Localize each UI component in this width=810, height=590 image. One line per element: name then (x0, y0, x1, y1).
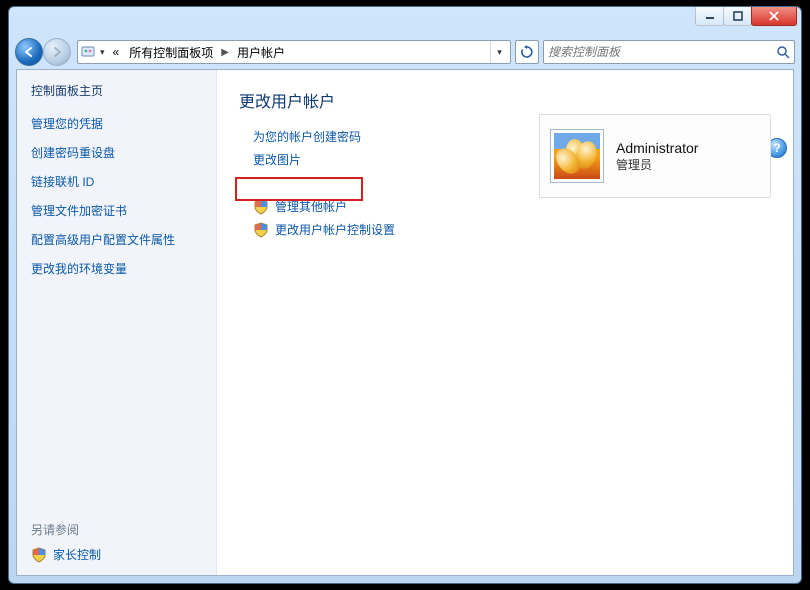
address-dropdown-button[interactable]: ▾ (490, 41, 508, 63)
link-change-uac-settings[interactable]: 更改用户帐户控制设置 (275, 221, 395, 238)
arrow-left-icon (22, 45, 36, 59)
breadcrumb-item-current[interactable]: 用户帐户 (233, 42, 289, 63)
back-button[interactable] (15, 38, 43, 66)
link-change-picture[interactable]: 更改图片 (253, 151, 301, 168)
breadcrumb-prefix: « (109, 43, 124, 61)
chevron-right-icon: ▶ (219, 47, 231, 58)
client-area: ? 控制面板主页 管理您的凭据 创建密码重设盘 链接联机 ID 管理文件加密证书… (16, 69, 794, 576)
sidebar-home-link[interactable]: 控制面板主页 (31, 82, 202, 99)
shield-icon (31, 547, 47, 563)
refresh-button[interactable] (515, 40, 539, 64)
window-controls (696, 7, 797, 26)
navigation-bar: ▾ « 所有控制面板项 ▶ 用户帐户 ▾ (15, 35, 795, 69)
sidebar-task-credentials[interactable]: 管理您的凭据 (31, 115, 202, 132)
sidebar-task-encryption-certs[interactable]: 管理文件加密证书 (31, 202, 202, 219)
minimize-icon (705, 11, 715, 21)
chevron-down-icon[interactable]: ▾ (100, 47, 105, 58)
seealso-heading: 另请参阅 (31, 521, 202, 538)
sidebar: 控制面板主页 管理您的凭据 创建密码重设盘 链接联机 ID 管理文件加密证书 配… (17, 70, 217, 575)
window-frame: ▾ « 所有控制面板项 ▶ 用户帐户 ▾ ? (8, 6, 802, 584)
search-input[interactable] (548, 45, 772, 59)
close-button[interactable] (751, 7, 797, 26)
chevron-down-icon: ▾ (497, 47, 502, 58)
sidebar-task-link-online-id[interactable]: 链接联机 ID (31, 173, 202, 190)
sidebar-task-env-vars[interactable]: 更改我的环境变量 (31, 260, 202, 277)
account-picture[interactable] (550, 129, 604, 183)
account-role: 管理员 (616, 156, 698, 173)
link-create-password[interactable]: 为您的帐户创建密码 (253, 128, 361, 145)
minimize-button[interactable] (695, 7, 724, 26)
forward-button[interactable] (43, 38, 71, 66)
maximize-icon (733, 11, 743, 21)
page-title: 更改用户帐户 (239, 88, 771, 112)
search-icon (776, 45, 790, 59)
link-manage-other-accounts[interactable]: 管理其他帐户 (275, 198, 347, 215)
refresh-icon (520, 45, 534, 59)
maximize-button[interactable] (723, 7, 752, 26)
search-box[interactable] (543, 40, 795, 64)
arrow-right-icon (50, 45, 64, 59)
address-bar[interactable]: ▾ « 所有控制面板项 ▶ 用户帐户 ▾ (77, 40, 511, 64)
close-icon (768, 11, 780, 21)
seealso-label: 家长控制 (53, 546, 101, 563)
back-forward-group (15, 37, 73, 67)
control-panel-icon (80, 44, 96, 60)
sidebar-task-password-reset-disk[interactable]: 创建密码重设盘 (31, 144, 202, 161)
shield-icon (253, 199, 269, 215)
breadcrumb: « 所有控制面板项 ▶ 用户帐户 (109, 42, 486, 63)
titlebar (9, 7, 801, 35)
main-panel: 更改用户帐户 为您的帐户创建密码 更改图片 管理其他帐户 更改用户帐户控制设置 (217, 70, 793, 575)
sidebar-task-advanced-profile[interactable]: 配置高级用户配置文件属性 (31, 231, 202, 248)
breadcrumb-item-all[interactable]: 所有控制面板项 (125, 42, 217, 63)
account-card: Administrator 管理员 (539, 114, 771, 198)
seealso-parental-controls[interactable]: 家长控制 (31, 546, 202, 563)
flower-icon (554, 133, 600, 179)
account-name: Administrator (616, 140, 698, 156)
shield-icon (253, 222, 269, 238)
